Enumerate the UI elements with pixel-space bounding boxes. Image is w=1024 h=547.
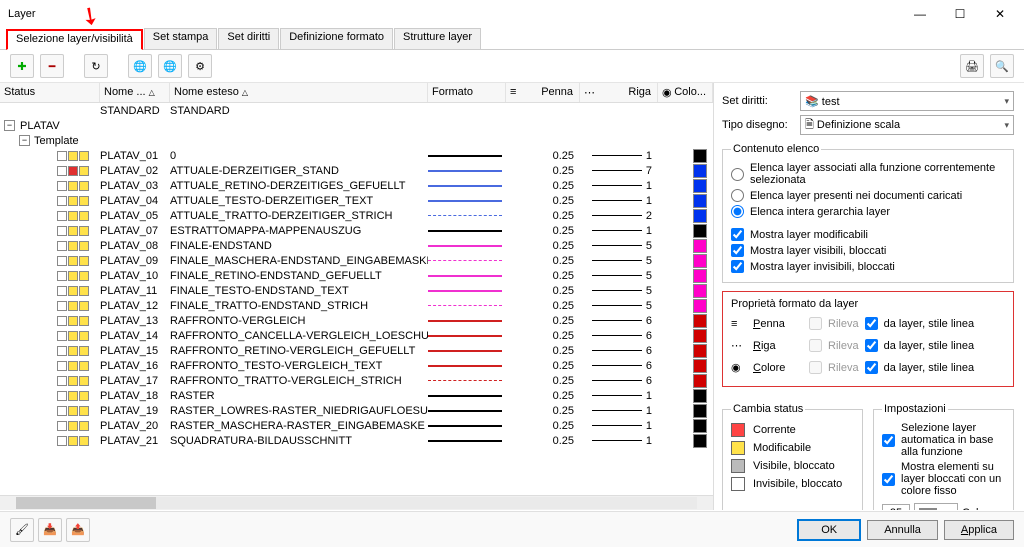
remove-button[interactable]: ━ bbox=[40, 54, 64, 78]
table-row[interactable]: PLATAV_16RAFFRONTO_TESTO-VERGLEICH_TEXT0… bbox=[0, 358, 713, 373]
applica-button[interactable]: Applica bbox=[944, 520, 1014, 540]
toolbar: ✚ ━ ↻ 🌐 🌐 ⚙ 🖨 🔍 bbox=[0, 50, 1024, 83]
layer-table: Status Nome ... △ Nome esteso △ Formato … bbox=[0, 83, 714, 510]
cambia-status-group: Cambia status Corrente Modificabile Visi… bbox=[722, 403, 863, 510]
maximize-button[interactable]: ☐ bbox=[940, 1, 980, 27]
imp-color-label: Colore bbox=[962, 507, 994, 510]
col-nome[interactable]: Nome ... △ bbox=[100, 83, 170, 102]
tool-import[interactable]: 📥 bbox=[38, 518, 62, 542]
chk-penna-rileva[interactable]: Rileva bbox=[809, 317, 859, 330]
print-button[interactable]: 🖨 bbox=[960, 54, 984, 78]
penna-label: Penna bbox=[753, 318, 803, 330]
table-row[interactable]: PLATAV_07ESTRATTOMAPPA-MAPPENAUSZUG0.251 bbox=[0, 223, 713, 238]
colore-icon: ◉ bbox=[731, 361, 747, 374]
footer: 🖌 📥 📤 OK Annulla Applica bbox=[0, 511, 1024, 547]
table-row[interactable]: PLATAV_03ATTUALE_RETINO-DERZEITIGES_GEFU… bbox=[0, 178, 713, 193]
status-visibile[interactable]: Visibile, bloccato bbox=[731, 459, 854, 473]
table-row[interactable]: PLATAV_02ATTUALE-DERZEITIGER_STAND0.257 bbox=[0, 163, 713, 178]
status-invisibile[interactable]: Invisibile, bloccato bbox=[731, 477, 854, 491]
table-row[interactable]: PLATAV_0100.251 bbox=[0, 148, 713, 163]
tab-set-stampa[interactable]: Set stampa bbox=[144, 28, 218, 49]
tool-pick-color[interactable]: 🖌 bbox=[10, 518, 34, 542]
riga-label: Riga bbox=[753, 340, 803, 352]
tab-strutture-layer[interactable]: Strutture layer bbox=[394, 28, 481, 49]
chk-riga-dalayer[interactable]: da layer, stile linea bbox=[865, 339, 975, 352]
set-diritti-select[interactable]: 📚 test▾ bbox=[800, 91, 1014, 111]
radio-documenti[interactable]: Elenca layer presenti nei documenti cari… bbox=[731, 189, 1005, 202]
chk-auto-select[interactable]: Selezione layer automatica in base alla … bbox=[882, 422, 1005, 458]
table-row[interactable]: PLATAV_19RASTER_LOWRES-RASTER_NIEDRIGAUF… bbox=[0, 403, 713, 418]
chk-modificabili[interactable]: Mostra layer modificabili bbox=[731, 228, 1005, 241]
tab-selezione-layer[interactable]: Selezione layer/visibilità bbox=[6, 29, 143, 50]
penna-icon: ≡ bbox=[731, 318, 747, 330]
status-corrente[interactable]: Corrente bbox=[731, 423, 854, 437]
add-button[interactable]: ✚ bbox=[10, 54, 34, 78]
col-riga[interactable]: ⋯Riga bbox=[580, 83, 658, 102]
horizontal-scrollbar[interactable] bbox=[0, 495, 713, 510]
minimize-button[interactable]: — bbox=[900, 1, 940, 27]
close-button[interactable]: ✕ bbox=[980, 1, 1020, 27]
proprieta-formato-box: Proprietà formato da layer ≡ Penna Rilev… bbox=[722, 291, 1014, 387]
table-row[interactable]: PLATAV_11FINALE_TESTO-ENDSTAND_TEXT0.255 bbox=[0, 283, 713, 298]
settings-button[interactable]: ⚙ bbox=[188, 54, 212, 78]
table-row[interactable]: −Template bbox=[0, 133, 713, 148]
tab-definizione-formato[interactable]: Definizione formato bbox=[280, 28, 393, 49]
chk-colore-rileva[interactable]: Rileva bbox=[809, 361, 859, 374]
table-row[interactable]: PLATAV_09FINALE_MASCHERA-ENDSTAND_EINGAB… bbox=[0, 253, 713, 268]
contenuto-elenco-group: Contenuto elenco Elenca layer associati … bbox=[722, 143, 1014, 283]
chk-riga-rileva[interactable]: Rileva bbox=[809, 339, 859, 352]
colore-label: Colore bbox=[753, 362, 803, 374]
tipo-disegno-select[interactable]: 🗎 Definizione scala▾ bbox=[800, 115, 1014, 135]
table-row[interactable]: PLATAV_14RAFFRONTO_CANCELLA-VERGLEICH_LO… bbox=[0, 328, 713, 343]
globe-button[interactable]: 🌐 bbox=[158, 54, 182, 78]
tipo-disegno-label: Tipo disegno: bbox=[722, 119, 794, 131]
table-row[interactable]: PLATAV_08FINALE-ENDSTAND0.255 bbox=[0, 238, 713, 253]
chk-visibili[interactable]: Mostra layer visibili, bloccati bbox=[731, 244, 1005, 257]
col-nome-esteso[interactable]: Nome esteso △ bbox=[170, 83, 428, 102]
table-row[interactable]: −PLATAV bbox=[0, 118, 713, 133]
table-row[interactable]: PLATAV_04ATTUALE_TESTO-DERZEITIGER_TEXT0… bbox=[0, 193, 713, 208]
titlebar: Layer — ☐ ✕ bbox=[0, 0, 1024, 28]
window-title: Layer bbox=[8, 8, 900, 20]
riga-icon: ⋯ bbox=[731, 339, 747, 352]
refresh-button[interactable]: ↻ bbox=[84, 54, 108, 78]
table-row[interactable]: PLATAV_13RAFFRONTO-VERGLEICH0.256 bbox=[0, 313, 713, 328]
color-swatch-select[interactable]: ▾ bbox=[914, 503, 958, 510]
table-row[interactable]: PLATAV_15RAFFRONTO_RETINO-VERGLEICH_GEFU… bbox=[0, 343, 713, 358]
set-diritti-label: Set diritti: bbox=[722, 95, 794, 107]
tabs-bar: Selezione layer/visibilità Set stampa Se… bbox=[0, 28, 1024, 50]
table-row[interactable]: PLATAV_05ATTUALE_TRATTO-DERZEITIGER_STRI… bbox=[0, 208, 713, 223]
chk-color-fisso[interactable]: Mostra elementi su layer bloccati con un… bbox=[882, 461, 1005, 497]
status-modificabile[interactable]: Modificabile bbox=[731, 441, 854, 455]
contenuto-legend: Contenuto elenco bbox=[731, 143, 821, 155]
col-formato[interactable]: Formato bbox=[428, 83, 506, 102]
impostazioni-group: Impostazioni Selezione layer automatica … bbox=[873, 403, 1014, 510]
prop-legend: Proprietà formato da layer bbox=[731, 298, 1005, 310]
tab-set-diritti[interactable]: Set diritti bbox=[218, 28, 279, 49]
chk-colore-dalayer[interactable]: da layer, stile linea bbox=[865, 361, 975, 374]
col-colore[interactable]: ◉Colo... bbox=[658, 83, 713, 102]
radio-funzione[interactable]: Elenca layer associati alla funzione cor… bbox=[731, 162, 1005, 186]
col-penna[interactable]: ≡Penna bbox=[506, 83, 580, 102]
status-legend: Cambia status bbox=[731, 403, 805, 415]
table-row[interactable]: PLATAV_10FINALE_RETINO-ENDSTAND_GEFUELLT… bbox=[0, 268, 713, 283]
table-row[interactable]: STANDARDSTANDARD bbox=[0, 103, 713, 118]
table-row[interactable]: PLATAV_17RAFFRONTO_TRATTO-VERGLEICH_STRI… bbox=[0, 373, 713, 388]
imp-legend: Impostazioni bbox=[882, 403, 948, 415]
table-row[interactable]: PLATAV_18RASTER0.251 bbox=[0, 388, 713, 403]
table-row[interactable]: PLATAV_21SQUADRATURA-BILDAUSSCHNITT0.251 bbox=[0, 433, 713, 448]
tool-export[interactable]: 📤 bbox=[66, 518, 90, 542]
radio-gerarchia[interactable]: Elenca intera gerarchia layer bbox=[731, 205, 1005, 218]
ok-button[interactable]: OK bbox=[797, 519, 861, 541]
table-row[interactable]: PLATAV_12FINALE_TRATTO-ENDSTAND_STRICH0.… bbox=[0, 298, 713, 313]
color-index-input[interactable] bbox=[882, 504, 910, 510]
table-row[interactable]: PLATAV_20RASTER_MASCHERA-RASTER_EINGABEM… bbox=[0, 418, 713, 433]
find-button[interactable]: 🔍 bbox=[990, 54, 1014, 78]
chk-invisibili[interactable]: Mostra layer invisibili, bloccati bbox=[731, 260, 1005, 273]
globe-add-button[interactable]: 🌐 bbox=[128, 54, 152, 78]
annulla-button[interactable]: Annulla bbox=[867, 520, 938, 540]
chk-penna-dalayer[interactable]: da layer, stile linea bbox=[865, 317, 975, 330]
col-status[interactable]: Status bbox=[0, 83, 100, 102]
